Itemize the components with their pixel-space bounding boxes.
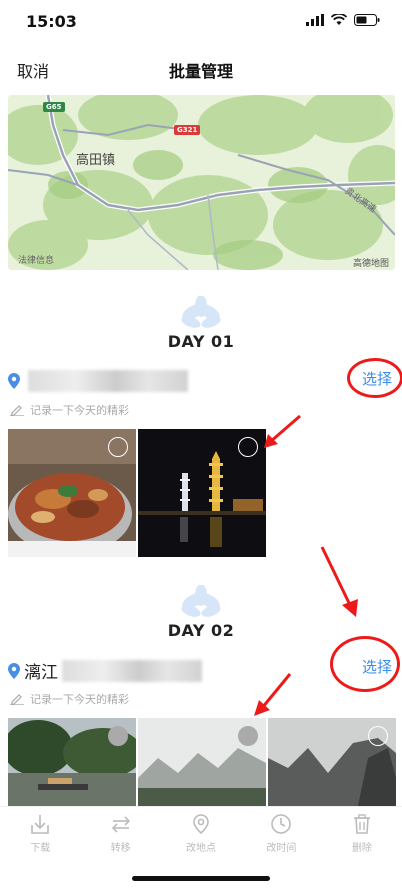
day-header-2: DAY 02 <box>0 585 402 640</box>
annotation-circle <box>347 358 402 398</box>
toolbar-label: 改地点 <box>186 843 217 854</box>
download-icon <box>31 815 50 834</box>
photo-river-boat[interactable] <box>8 718 136 806</box>
day-title: DAY 01 <box>167 332 235 351</box>
photo-misty-hills[interactable] <box>138 718 266 806</box>
road-badge-g321: G321 <box>174 125 201 135</box>
toolbar-label: 转移 <box>110 843 131 854</box>
toolbar-change-location[interactable]: 改地点 <box>161 807 241 867</box>
location-row-1[interactable] <box>8 370 188 392</box>
location-pin-icon <box>8 373 20 389</box>
signal-icon <box>306 14 324 26</box>
palm-leaf-icon <box>181 296 221 328</box>
toolbar-label: 下载 <box>30 843 51 854</box>
location-row-2[interactable]: 漓江 <box>8 658 202 683</box>
toolbar-transfer[interactable]: 转移 <box>80 807 160 867</box>
location-icon <box>193 814 209 835</box>
photo-pagodas-night[interactable] <box>138 429 266 557</box>
note-placeholder: 记录一下今天的精彩 <box>30 693 129 706</box>
map-legal-link[interactable]: 法律信息 <box>18 253 54 266</box>
day-header-1: DAY 01 <box>0 296 402 351</box>
status-time: 15:03 <box>26 12 77 31</box>
photo-select-checkbox[interactable] <box>368 726 388 746</box>
nav-bar: 取消 批量管理 <box>0 48 402 88</box>
clock-icon <box>271 814 292 834</box>
photo-select-checkbox[interactable] <box>238 437 258 457</box>
note-row-2[interactable]: 记录一下今天的精彩 <box>10 691 129 707</box>
map-view[interactable]: G65 G321 高田镇 贵北高速 法律信息 高德地图 <box>8 95 395 270</box>
photo-hotpot[interactable] <box>8 429 136 557</box>
toolbar-label: 删除 <box>351 843 372 854</box>
map-brand-logo: 高德地图 <box>352 259 389 269</box>
toolbar-change-time[interactable]: 改时间 <box>241 807 321 867</box>
status-bar: 15:03 <box>0 0 402 44</box>
trash-icon <box>353 814 370 834</box>
redacted-location <box>62 659 202 682</box>
status-icons <box>306 14 380 26</box>
toolbar-download[interactable]: 下载 <box>0 807 80 867</box>
page-title: 批量管理 <box>168 62 233 81</box>
toolbar-label: 改时间 <box>266 843 297 854</box>
redacted-location <box>28 370 188 392</box>
location-pin-icon <box>8 662 20 679</box>
annotation-circle <box>330 636 400 692</box>
photo-select-checkbox[interactable] <box>238 726 258 746</box>
home-indicator[interactable] <box>132 876 270 881</box>
wifi-icon <box>331 14 347 25</box>
battery-icon <box>354 14 380 26</box>
toolbar-delete[interactable]: 删除 <box>322 807 402 867</box>
photo-karst-grey[interactable] <box>268 718 396 806</box>
note-placeholder: 记录一下今天的精彩 <box>30 404 129 417</box>
annotation-arrow <box>254 673 292 716</box>
bottom-toolbar: 下载 转移 改地点 改时间 删除 <box>0 806 402 867</box>
location-name: 漓江 <box>24 663 58 683</box>
road-badge-g65: G65 <box>43 102 65 112</box>
pencil-icon <box>10 694 24 705</box>
photo-select-checkbox[interactable] <box>108 437 128 457</box>
map-town-label: 高田镇 <box>76 153 116 168</box>
map-terrain <box>8 95 395 270</box>
annotation-arrow <box>264 414 301 448</box>
note-row-1[interactable]: 记录一下今天的精彩 <box>10 402 129 418</box>
day-title: DAY 02 <box>167 621 235 640</box>
photo-select-checkbox[interactable] <box>108 726 128 746</box>
palm-leaf-icon <box>181 585 221 617</box>
pencil-icon <box>10 405 24 416</box>
transfer-icon <box>111 816 130 833</box>
